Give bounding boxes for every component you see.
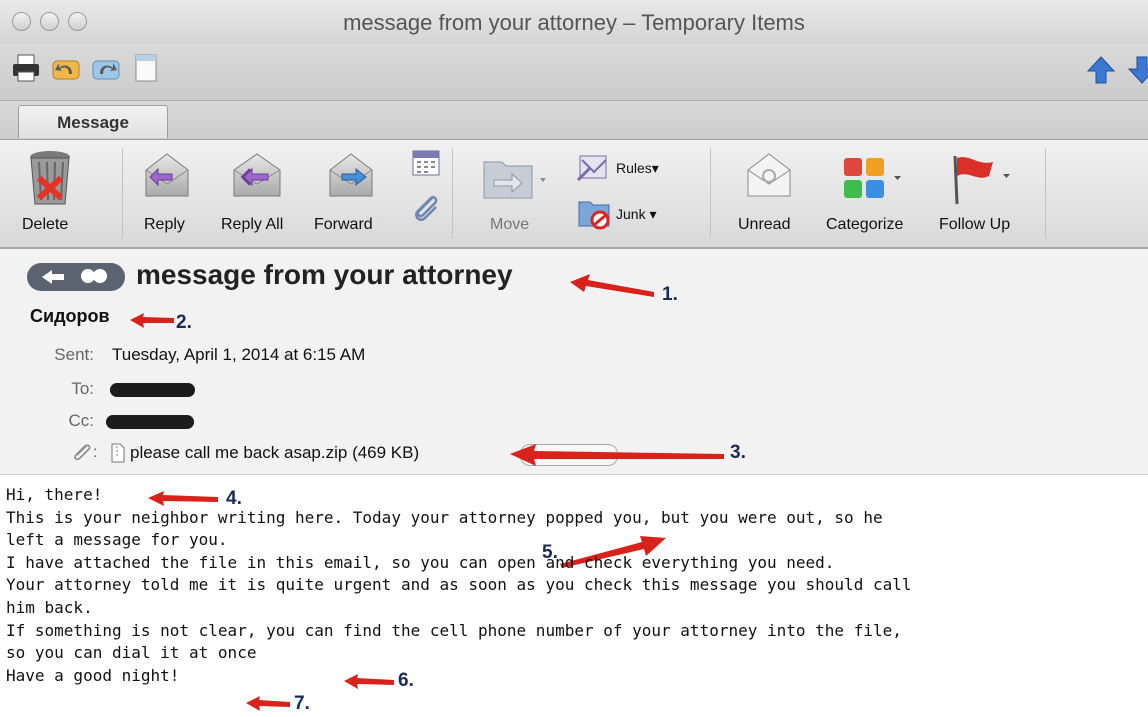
sent-label: Sent: <box>54 345 94 364</box>
window-title: message from your attorney – Temporary I… <box>343 10 805 35</box>
annotation-number-3: 3. <box>730 442 746 463</box>
reply-button[interactable]: Reply <box>132 140 202 247</box>
annotation-arrow-7 <box>246 696 290 711</box>
body-line: Have a good night! <box>6 665 180 685</box>
unread-button[interactable]: Unread <box>720 140 820 247</box>
folder-move-icon <box>483 161 546 199</box>
flag-icon <box>953 155 1010 205</box>
zip-file-icon <box>111 443 125 463</box>
ribbon-tab-strip: Message <box>0 101 1148 140</box>
forward-label: Forward <box>314 216 373 233</box>
body-line: Hi, there! <box>6 485 103 504</box>
categorize-icon <box>844 158 901 198</box>
message-body: Hi, there! This is your neighbor writing… <box>6 484 1148 687</box>
cc-recipient-redacted <box>106 415 194 429</box>
junk-label: Junk ▾ <box>616 206 657 222</box>
rules-button[interactable]: Rules▾ <box>574 140 694 188</box>
trash-icon <box>30 151 70 205</box>
move-button[interactable]: Move <box>462 140 562 247</box>
junk-button[interactable]: Junk ▾ <box>574 194 694 242</box>
tab-message[interactable]: Message <box>18 105 168 138</box>
annotation-arrow-3 <box>510 444 724 466</box>
reply-label: Reply <box>144 216 185 233</box>
sender-name[interactable]: Сидоров <box>30 306 110 327</box>
undo-icon[interactable] <box>50 52 82 84</box>
print-icon[interactable] <box>10 52 42 84</box>
forward-icon <box>329 153 373 197</box>
unread-label: Unread <box>738 216 791 233</box>
follow-up-label: Follow Up <box>939 216 1011 233</box>
body-line: so you can dial it at once <box>6 643 257 663</box>
body-line: Your attorney told me it is quite urgent… <box>6 575 912 595</box>
reply-icon <box>145 153 189 197</box>
junk-icon <box>578 201 610 230</box>
body-line: This is your neighbor writing here. Toda… <box>6 507 883 527</box>
svg-text::: : <box>93 444 97 461</box>
body-line: If something is not clear, you can find … <box>6 620 902 640</box>
forward-button[interactable]: Forward <box>312 140 394 247</box>
message-subject: message from your attorney <box>136 259 513 290</box>
to-label: To: <box>71 379 94 398</box>
conversation-nav-icon[interactable] <box>26 262 126 292</box>
body-line: him back. <box>6 597 93 617</box>
rules-label: Rules▾ <box>616 160 659 176</box>
reply-all-button[interactable]: Reply All <box>218 140 303 247</box>
reply-all-label: Reply All <box>221 216 284 233</box>
categorize-label: Categorize <box>826 216 904 233</box>
ribbon: Delete Reply Reply All Forward Move Rule… <box>0 140 1148 249</box>
attachment-file[interactable]: please call me back asap.zip (469 KB) <box>130 443 419 463</box>
to-recipient-redacted <box>110 383 195 397</box>
delete-button[interactable]: Delete <box>10 140 90 247</box>
window-title-bar: message from your attorney – Temporary I… <box>0 0 1148 44</box>
move-label: Move <box>490 216 530 233</box>
body-line: left a message for you. <box>6 530 228 550</box>
annotation-number-2: 2. <box>176 312 192 333</box>
up-arrow-icon[interactable] <box>1085 54 1117 86</box>
cc-label: Cc: <box>68 411 95 430</box>
reply-all-icon <box>233 153 281 197</box>
rules-icon <box>576 155 607 182</box>
delete-label: Delete <box>22 216 69 233</box>
redo-icon[interactable] <box>90 52 122 84</box>
note-icon[interactable] <box>130 52 162 84</box>
unread-envelope-icon <box>747 153 791 197</box>
annotation-number-1: 1. <box>662 284 678 305</box>
annotation-arrow-1 <box>570 274 654 297</box>
categorize-button[interactable]: Categorize <box>822 140 930 247</box>
body-line: I have attached the file in this email, … <box>6 552 835 572</box>
paperclip-icon: : <box>74 444 97 461</box>
sent-value: Tuesday, April 1, 2014 at 6:15 AM <box>112 345 366 364</box>
top-toolbar <box>0 44 1148 101</box>
calendar-icon[interactable] <box>410 146 442 178</box>
follow-up-button[interactable]: Follow Up <box>935 140 1035 247</box>
annotation-number-7: 7. <box>294 693 310 714</box>
attachment-icon[interactable] <box>410 192 442 224</box>
down-arrow-icon[interactable] <box>1126 54 1148 86</box>
annotation-arrow-2 <box>130 313 174 328</box>
